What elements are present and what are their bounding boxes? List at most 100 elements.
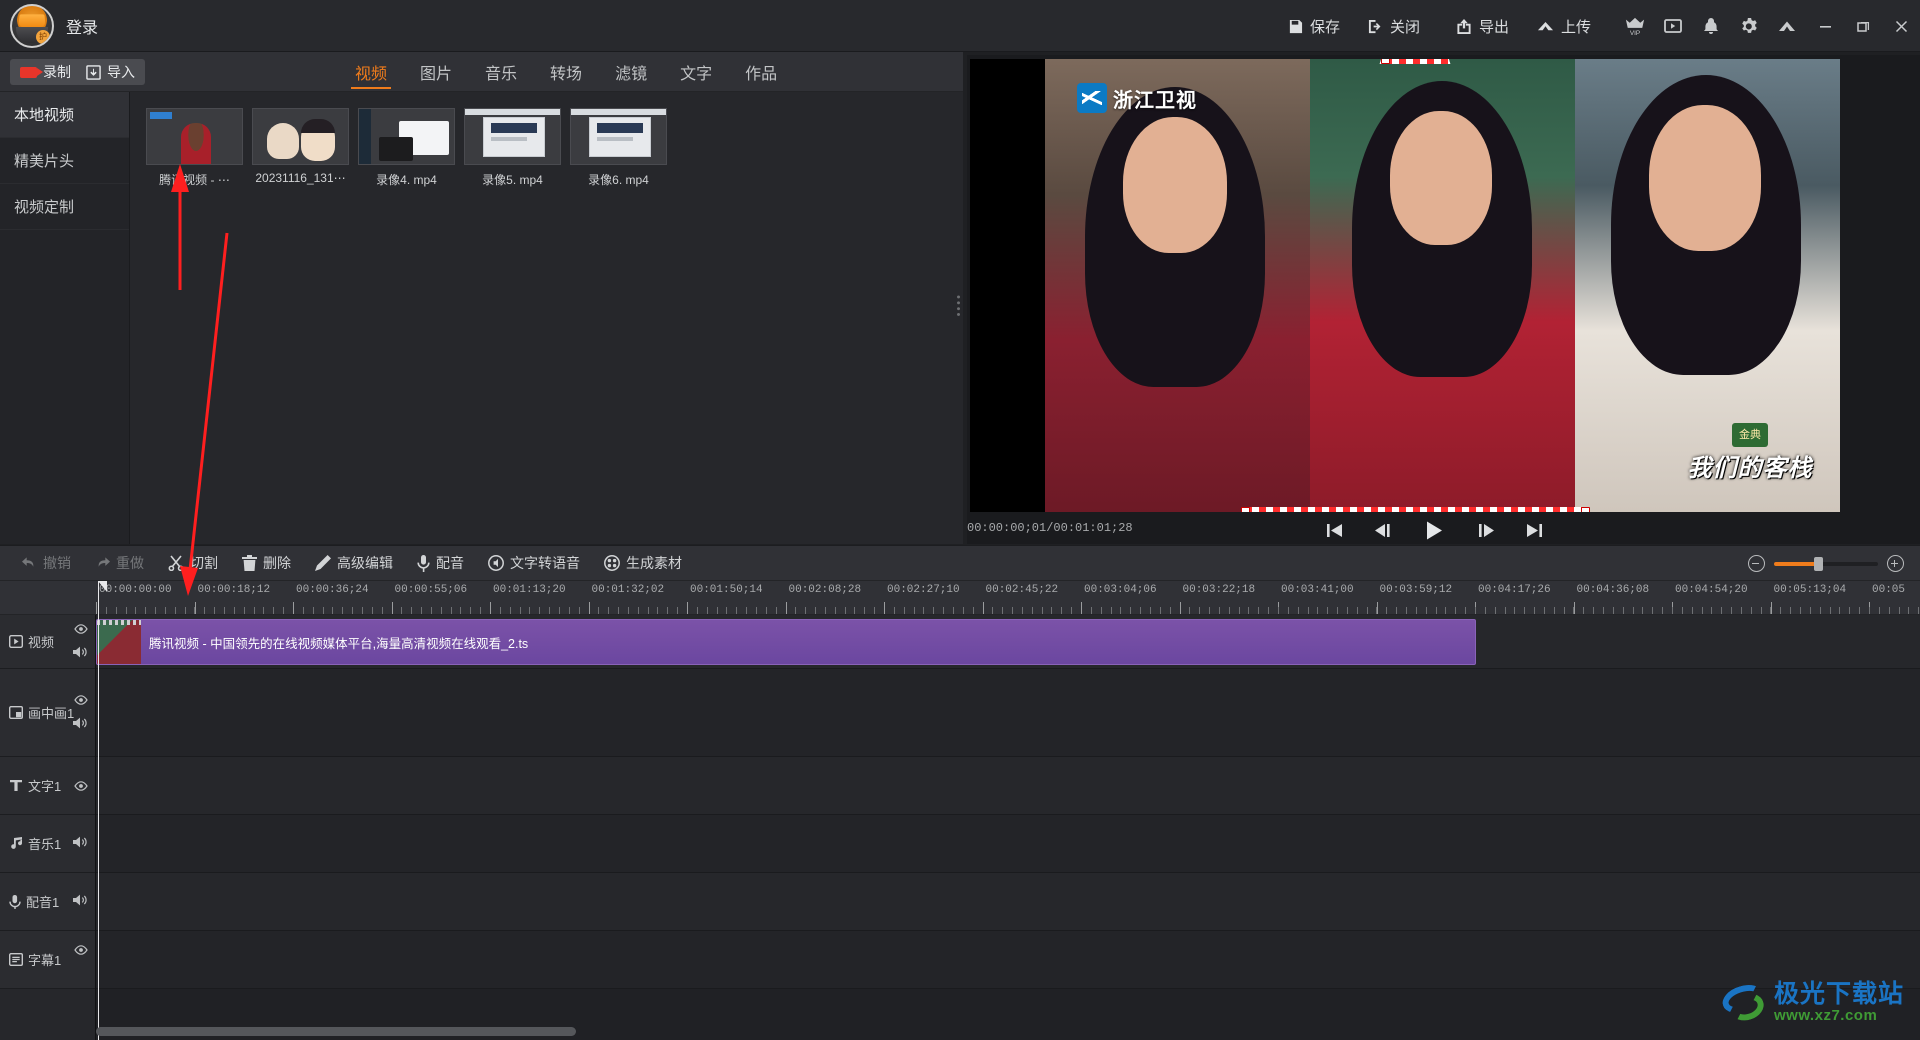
ruler-tick-minor: [1869, 607, 1870, 614]
sidebar-item-customization[interactable]: 视频定制: [0, 184, 129, 230]
track-lane-subtitle[interactable]: [96, 931, 1920, 989]
settings-gear-icon[interactable]: [1732, 11, 1766, 41]
close-project-button[interactable]: 关闭: [1357, 11, 1431, 41]
tab-image[interactable]: 图片: [420, 52, 452, 91]
minimize-button[interactable]: [1808, 11, 1842, 41]
redo-button[interactable]: 重做: [83, 550, 156, 576]
media-item-0[interactable]: 腾讯视频 - ⋯: [146, 108, 243, 188]
playhead[interactable]: [98, 581, 107, 1040]
close-window-button[interactable]: [1884, 11, 1918, 41]
media-item-3[interactable]: 录像5. mp4: [464, 108, 561, 188]
ruler-tick-minor: [1672, 607, 1673, 614]
show-watermark: 金典 我们的客栈: [1680, 422, 1820, 484]
text-to-speech-button[interactable]: 文字转语音: [476, 550, 592, 576]
advanced-edit-button[interactable]: 高级编辑: [303, 550, 405, 576]
track-lane-text[interactable]: [96, 757, 1920, 815]
ruler-tick-minor: [756, 607, 757, 614]
tab-video[interactable]: 视频: [350, 52, 392, 91]
film-icon: [604, 555, 620, 571]
track-header-subtitle[interactable]: 字幕1: [0, 931, 95, 989]
crop-handle-top[interactable]: [1381, 59, 1390, 64]
save-button[interactable]: 保存: [1277, 11, 1351, 41]
pip-track-icon: [8, 705, 24, 720]
timeline-tracks[interactable]: 腾讯视频 - 中国领先的在线视频媒体平台,海量高清视频在线观看_2.ts: [96, 581, 1920, 1040]
track-lane-dubbing[interactable]: [96, 873, 1920, 931]
login-label[interactable]: 登录: [66, 14, 98, 38]
zoom-in-button[interactable]: [1887, 555, 1904, 572]
maximize-button[interactable]: [1846, 11, 1880, 41]
dubbing-label: 配音: [436, 555, 464, 571]
track-header-video[interactable]: 视频: [0, 615, 95, 669]
media-item-2[interactable]: 录像4. mp4: [358, 108, 455, 188]
import-button[interactable]: 导入: [76, 59, 145, 85]
timeline-ruler[interactable]: 00:00:00:00 00:00:18;12 00:00:36;24 00:00:5…: [0, 581, 1920, 615]
ruler-tick-minor: [303, 607, 304, 614]
track-lane-video[interactable]: 腾讯视频 - 中国领先的在线视频媒体平台,海量高清视频在线观看_2.ts: [96, 615, 1920, 669]
ruler-tick-minor: [1071, 607, 1072, 614]
ruler-tick-minor: [1524, 607, 1525, 614]
tutorial-video-icon[interactable]: [1656, 11, 1690, 41]
play-button[interactable]: [1422, 518, 1446, 542]
playhead-handle[interactable]: [98, 581, 107, 592]
export-icon: [1456, 18, 1472, 34]
track-lane-music[interactable]: [96, 815, 1920, 873]
record-button[interactable]: 录制: [10, 59, 81, 85]
redo-label: 重做: [116, 555, 144, 571]
tab-transition[interactable]: 转场: [550, 52, 582, 91]
tab-works[interactable]: 作品: [745, 52, 777, 91]
delete-button[interactable]: 删除: [230, 550, 303, 576]
media-item-label: 录像4. mp4: [376, 173, 437, 187]
vip-crown-icon[interactable]: VIP: [1618, 11, 1652, 41]
undo-button[interactable]: 撤销: [10, 550, 83, 576]
ruler-tick-minor: [529, 607, 530, 614]
track-header-dubbing[interactable]: 配音1: [0, 873, 95, 931]
tab-text[interactable]: 文字: [680, 52, 712, 91]
zoom-slider[interactable]: [1774, 556, 1878, 571]
ruler-tick-minor: [1741, 607, 1742, 614]
track-mute-toggle[interactable]: [73, 836, 88, 851]
upload-cloud-icon: [1537, 19, 1554, 34]
media-item-4[interactable]: 录像6. mp4: [570, 108, 667, 188]
track-header-pip[interactable]: 画中画1: [0, 669, 95, 757]
track-visibility-toggle[interactable]: [74, 693, 88, 708]
track-lane-pip[interactable]: [96, 669, 1920, 757]
sidebar-item-local-video[interactable]: 本地视频: [0, 92, 129, 138]
upload-button[interactable]: 上传: [1526, 11, 1602, 41]
media-item-label: 20231116_131⋯: [255, 171, 346, 185]
export-button[interactable]: 导出: [1445, 11, 1520, 41]
step-forward-button[interactable]: [1472, 518, 1496, 542]
dubbing-button[interactable]: 配音: [405, 550, 476, 576]
zoom-out-button[interactable]: [1748, 555, 1765, 572]
upload-label: 上传: [1560, 18, 1591, 36]
notifications-bell-icon[interactable]: [1694, 11, 1728, 41]
generate-material-button[interactable]: 生成素材: [592, 550, 694, 576]
avatar[interactable]: 护: [10, 4, 54, 48]
home-icon[interactable]: [1770, 11, 1804, 41]
track-header-text[interactable]: 文字1: [0, 757, 95, 815]
ruler-tick-minor: [894, 607, 895, 614]
track-visibility-toggle[interactable]: [74, 622, 88, 637]
exit-icon: [1368, 19, 1383, 34]
track-visibility-toggle[interactable]: [74, 943, 88, 958]
track-mute-toggle[interactable]: [73, 894, 88, 909]
ruler-tick-minor: [441, 607, 442, 614]
jump-start-button[interactable]: [1322, 518, 1346, 542]
ruler-tick-major: [687, 602, 688, 614]
jump-end-button[interactable]: [1522, 518, 1546, 542]
timeline-clip[interactable]: 腾讯视频 - 中国领先的在线视频媒体平台,海量高清视频在线观看_2.ts: [96, 619, 1476, 665]
track-visibility-toggle[interactable]: [74, 779, 88, 794]
sidebar-item-intro[interactable]: 精美片头: [0, 138, 129, 184]
step-back-button[interactable]: [1372, 518, 1396, 542]
zoom-slider-knob[interactable]: [1813, 556, 1823, 571]
panel-resize-handle-vertical[interactable]: ••••: [952, 295, 964, 318]
timeline-toolbar: 撤销 重做 切割 删除 高级编辑 配音 文字转语音 生成素材: [0, 545, 1920, 581]
timeline-horizontal-scrollbar[interactable]: [96, 1027, 576, 1036]
cut-button[interactable]: 切割: [156, 550, 230, 576]
track-header-music[interactable]: 音乐1: [0, 815, 95, 873]
tab-music[interactable]: 音乐: [485, 52, 517, 91]
track-mute-toggle[interactable]: [73, 717, 88, 732]
track-mute-toggle[interactable]: [73, 646, 88, 661]
preview-video[interactable]: 浙江卫视 金典 我们的客栈: [970, 59, 1840, 512]
tab-filter[interactable]: 滤镜: [615, 52, 647, 91]
media-item-1[interactable]: 20231116_131⋯: [252, 108, 349, 185]
